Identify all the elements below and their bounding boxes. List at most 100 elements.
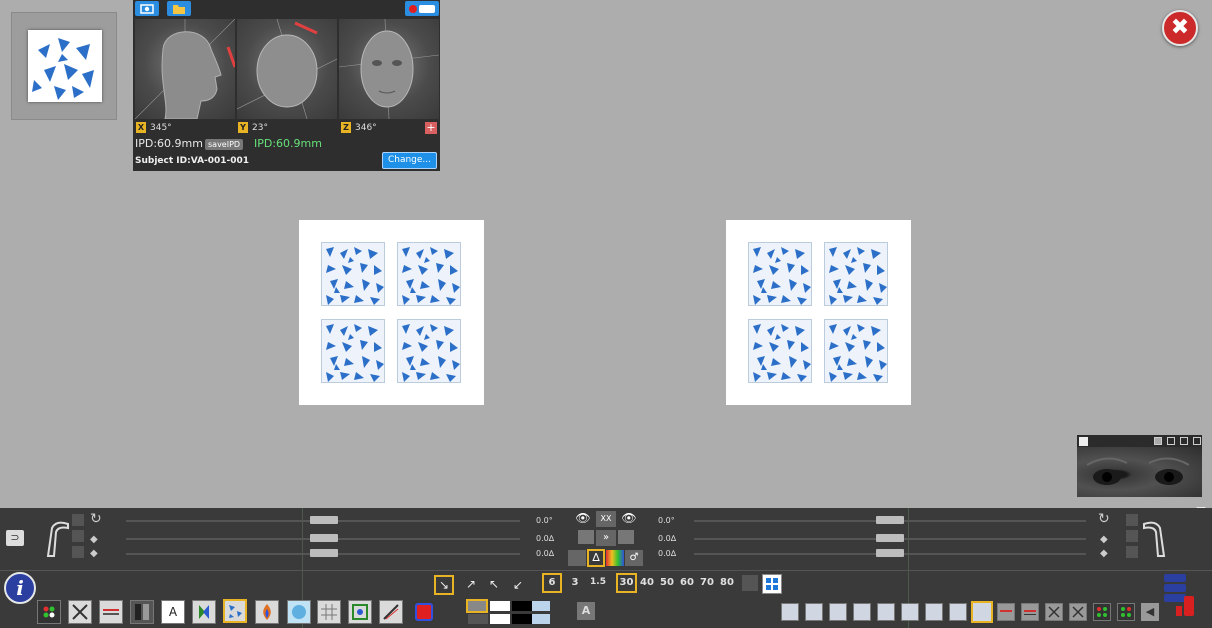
distance-option[interactable]: 60 (680, 577, 694, 588)
pattern-option[interactable] (853, 603, 871, 621)
checkbox[interactable] (72, 546, 84, 558)
left-eye-icon[interactable]: 👁 (572, 511, 594, 525)
pattern-option[interactable] (877, 603, 895, 621)
contrast-swatch-black[interactable] (512, 614, 532, 624)
color-icon[interactable] (606, 550, 624, 566)
eye-mode-icon[interactable] (568, 550, 586, 566)
distance-option[interactable]: 40 (640, 577, 654, 588)
slider-thumb[interactable] (876, 549, 904, 557)
stimulus-thumbnail[interactable] (11, 12, 117, 120)
left-eye-toggle[interactable] (578, 530, 594, 544)
lines-option-icon[interactable] (1021, 603, 1039, 621)
dots-test-icon[interactable] (37, 600, 61, 624)
contrast-swatch-blue[interactable] (532, 601, 550, 611)
collapse-left-icon[interactable]: ◀ (1141, 603, 1159, 621)
contrast-swatch-white[interactable] (490, 614, 510, 624)
plus-icon[interactable]: + (425, 122, 437, 134)
cross-option-icon[interactable] (1045, 603, 1063, 621)
folder-icon[interactable] (167, 1, 191, 16)
slider-thumb[interactable] (310, 549, 338, 557)
contrast-swatch-blue[interactable] (532, 614, 550, 624)
distance-option[interactable]: 80 (720, 577, 734, 588)
checkbox[interactable] (72, 514, 84, 526)
dots-option-icon[interactable] (1093, 603, 1111, 621)
save-ipd-button[interactable]: saveIPD (205, 139, 244, 150)
head-side-view (135, 19, 235, 119)
slider-thumb[interactable] (876, 516, 904, 524)
camera-icon[interactable] (135, 1, 159, 16)
grid-view-icon[interactable] (762, 574, 782, 594)
lines-test-icon[interactable] (99, 600, 123, 624)
reset-icon[interactable]: ⊃ (6, 530, 24, 546)
random-dot-test-icon[interactable] (223, 599, 247, 623)
checkbox[interactable] (72, 530, 84, 542)
forward-icon[interactable]: » (596, 530, 616, 546)
distance-option[interactable]: 70 (700, 577, 714, 588)
cross-option-icon[interactable] (1069, 603, 1087, 621)
right-eye-icon[interactable]: 👁 (618, 511, 640, 525)
vertical-shift-icon[interactable]: ◆ (1100, 534, 1108, 545)
camera-refresh-icon[interactable] (1079, 437, 1088, 446)
horizontal-shift-icon[interactable]: ◆ (1100, 548, 1108, 559)
y-axis-value: 23° (252, 123, 268, 133)
lines-option-icon[interactable] (997, 603, 1015, 621)
layers-menu-icon[interactable] (1162, 572, 1200, 618)
z-axis-value: 346° (355, 123, 377, 133)
arrow-up-right-button[interactable]: ↗ (463, 576, 479, 592)
pattern-option[interactable] (829, 603, 847, 621)
slider-thumb[interactable] (310, 534, 338, 542)
pattern-option[interactable] (781, 603, 799, 621)
distance-option[interactable]: 6 (542, 573, 562, 593)
text-size-button[interactable]: A (577, 602, 595, 620)
slider-thumb[interactable] (876, 534, 904, 542)
slash-test-icon[interactable] (379, 600, 403, 624)
eye-swap-button[interactable]: XX (596, 511, 616, 527)
split-test-icon[interactable] (130, 600, 154, 624)
pattern-option[interactable] (805, 603, 823, 621)
slider-thumb[interactable] (310, 516, 338, 524)
checkbox[interactable] (1126, 530, 1138, 542)
dots-option-icon[interactable] (1117, 603, 1135, 621)
view-option-icon[interactable] (1167, 437, 1175, 445)
change-subject-button[interactable]: Change... (382, 152, 437, 169)
cube-test-icon[interactable] (412, 600, 436, 624)
distance-option[interactable]: 50 (660, 577, 674, 588)
letter-test-button[interactable]: A (161, 600, 185, 624)
cross-test-icon[interactable] (68, 600, 92, 624)
distance-option[interactable]: 3 (568, 577, 582, 588)
pattern-option[interactable] (901, 603, 919, 621)
rotate-icon[interactable]: ↻ (90, 511, 102, 527)
view-option-icon[interactable] (1154, 437, 1162, 445)
contrast-swatch-black[interactable] (512, 601, 532, 611)
rotate-icon[interactable]: ↻ (1098, 511, 1110, 527)
contrast-swatch-gray[interactable] (466, 599, 488, 613)
pattern-option-selected[interactable] (971, 601, 993, 623)
record-icon[interactable] (405, 1, 439, 16)
pattern-option[interactable] (949, 603, 967, 621)
contrast-swatch-white[interactable] (490, 601, 510, 611)
view-option-icon[interactable] (1180, 437, 1188, 445)
close-button[interactable]: ✖ (1162, 10, 1198, 46)
arrow-down-right-button[interactable]: ↘ (434, 575, 454, 595)
vertical-shift-icon[interactable]: ◆ (90, 534, 98, 545)
pattern-option[interactable] (925, 603, 943, 621)
person-icon[interactable]: ♂ (625, 550, 643, 566)
horizontal-shift-icon[interactable]: ◆ (90, 548, 98, 559)
contrast-swatch-dark[interactable] (468, 614, 488, 624)
distance-option[interactable]: 1.5 (588, 577, 608, 587)
checkbox[interactable] (1126, 514, 1138, 526)
blank-toggle[interactable] (742, 575, 758, 591)
arrow-down-left-button[interactable]: ↙ (510, 577, 526, 593)
flame-test-icon[interactable] (255, 600, 279, 624)
prism-delta-icon[interactable]: ∆ (587, 549, 605, 567)
view-option-icon[interactable] (1193, 437, 1201, 445)
checkbox[interactable] (1126, 546, 1138, 558)
right-eye-toggle[interactable] (618, 530, 634, 544)
frame-test-icon[interactable] (348, 600, 372, 624)
distance-option[interactable]: 30 (616, 573, 637, 593)
info-button[interactable]: i (4, 572, 36, 604)
bracket-test-icon[interactable] (192, 600, 216, 624)
arrow-up-left-button[interactable]: ↖ (486, 576, 502, 592)
sphere-test-icon[interactable] (287, 600, 311, 624)
grid-test-icon[interactable] (317, 600, 341, 624)
